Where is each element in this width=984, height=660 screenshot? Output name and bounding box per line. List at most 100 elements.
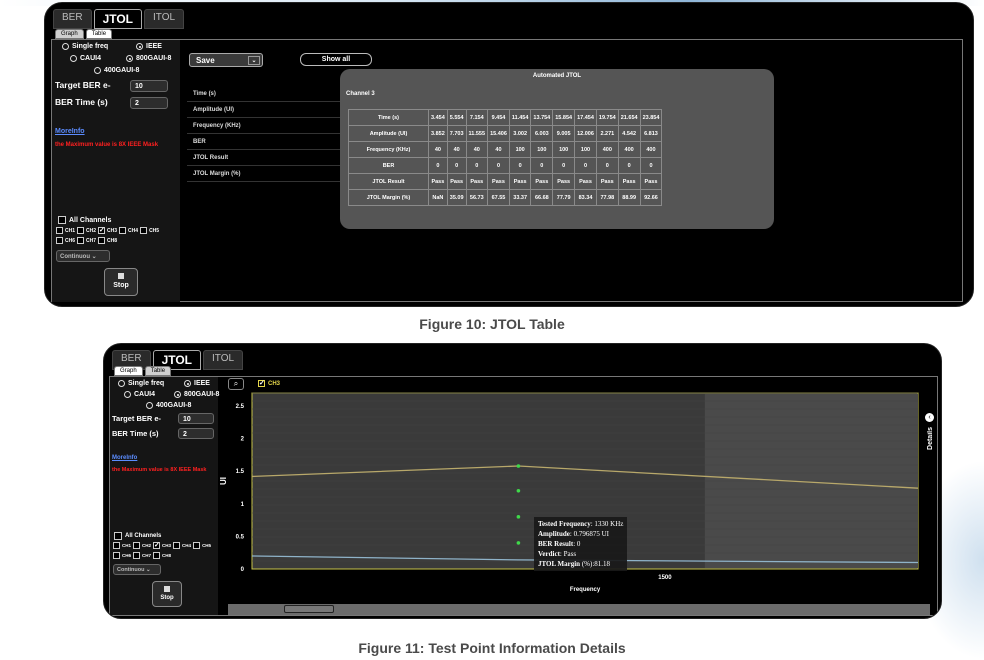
- y-axis-label: UI: [219, 477, 228, 485]
- mode-select[interactable]: Continuou ⌄: [56, 250, 110, 262]
- table-cell: 3.852: [428, 125, 448, 142]
- show-all-button[interactable]: Show all: [300, 53, 372, 66]
- radio-label: 800GAUI-8: [184, 391, 220, 398]
- checkbox-icon: [58, 216, 66, 224]
- target-ber-input[interactable]: 10: [130, 80, 168, 92]
- radio-800gaui8[interactable]: 800GAUI-8: [126, 55, 171, 62]
- checkbox-icon[interactable]: [56, 227, 63, 234]
- save-dropdown[interactable]: Save ⌄: [189, 53, 263, 67]
- tab-ber[interactable]: BER: [53, 9, 92, 29]
- table-cell: 33.37: [508, 189, 532, 206]
- checkbox-icon[interactable]: [98, 237, 106, 244]
- checkbox-icon[interactable]: [193, 542, 201, 549]
- all-channels-checkbox[interactable]: All Channels: [58, 216, 111, 224]
- test-point: [516, 515, 521, 519]
- channel-label: CH7: [86, 237, 97, 244]
- row-header: Amplitude (UI): [348, 125, 429, 142]
- radio-label: Single freq: [128, 380, 165, 387]
- table-cell: Pass: [428, 173, 448, 190]
- table-cell: 0: [617, 157, 641, 174]
- table-cell: 0: [595, 157, 619, 174]
- y-tick-label: 1: [241, 502, 245, 508]
- tab-itol[interactable]: ITOL: [144, 9, 185, 29]
- checkbox-icon[interactable]: [173, 542, 181, 549]
- radio-400gaui8[interactable]: 400GAUI-8: [94, 67, 139, 74]
- subtab-table[interactable]: Table: [85, 29, 113, 39]
- moreinfo-link[interactable]: MoreInfo: [55, 128, 85, 135]
- checkbox-icon[interactable]: [133, 542, 141, 549]
- table-cell: 100: [574, 141, 597, 158]
- x-axis-label: Frequency: [570, 587, 601, 593]
- table-cell: 0: [552, 157, 576, 174]
- channel-label: CH3: [107, 227, 118, 234]
- radio-800gaui8[interactable]: 800GAUI-8: [174, 391, 219, 398]
- channel-label: CH1: [122, 543, 132, 548]
- all-channels-checkbox[interactable]: All Channels: [114, 532, 161, 540]
- mode-select[interactable]: Continuou ⌄: [113, 564, 161, 575]
- checkmark-icon[interactable]: ✓: [98, 227, 106, 234]
- radio-label: CAUI4: [134, 391, 156, 398]
- radio-caui4[interactable]: CAUI4: [124, 391, 155, 398]
- radio-ieee[interactable]: IEEE: [184, 380, 210, 387]
- table-cell: NaN: [428, 189, 448, 206]
- view-subtabs: Graph Table: [114, 366, 172, 376]
- tab-jtol[interactable]: JTOL: [93, 9, 143, 29]
- table-row: Frequency (KHz) 40 40 40 40 100 100 100 100 400 40…: [348, 141, 663, 158]
- table-row: BER 0 0 0 0 0 0 0 0 0 0 0: [348, 157, 663, 174]
- radio-single-freq[interactable]: Single freq: [118, 380, 164, 387]
- jtol-results-table: Time (s) 3.454 5.554 7.154 9.454 11.454 13.754…: [348, 109, 663, 206]
- table-cell: 67.55: [487, 189, 510, 206]
- row-label: JTOL Result: [187, 150, 342, 166]
- table-row: Amplitude (UI) 3.852 7.703 11.555 15.406 3.00…: [348, 125, 663, 142]
- checkbox-icon[interactable]: [113, 542, 120, 549]
- table-cell: 100: [530, 141, 554, 158]
- jtol-table-screenshot: BER JTOL ITOL Graph Table Single freq IE…: [44, 2, 974, 307]
- stop-button[interactable]: Stop: [152, 581, 182, 607]
- checkbox-icon[interactable]: [56, 237, 63, 244]
- scrollbar-thumb[interactable]: [284, 605, 334, 613]
- subtab-table[interactable]: Table: [144, 366, 172, 376]
- table-cell: 400: [639, 141, 663, 158]
- checkmark-icon[interactable]: ✓: [153, 542, 161, 549]
- ch3-series-toggle[interactable]: ✓ CH3: [258, 380, 280, 387]
- moreinfo-link[interactable]: MoreInfo: [112, 455, 137, 461]
- checkbox-icon[interactable]: [133, 552, 141, 559]
- table-cell: 40: [465, 141, 489, 158]
- radio-ieee[interactable]: IEEE: [136, 43, 162, 50]
- subtab-graph[interactable]: Graph: [55, 29, 84, 39]
- table-cell: 11.454: [508, 109, 532, 126]
- horizontal-scrollbar[interactable]: [228, 604, 930, 615]
- tab-itol[interactable]: ITOL: [203, 350, 244, 370]
- radio-caui4[interactable]: CAUI4: [70, 55, 101, 62]
- table-cell: 77.79: [552, 189, 576, 206]
- checkbox-icon[interactable]: [119, 227, 127, 234]
- view-subtabs: Graph Table: [55, 29, 113, 39]
- checkbox-icon[interactable]: [140, 227, 148, 234]
- save-label: Save: [196, 56, 215, 65]
- table-cell: 0: [574, 157, 597, 174]
- ber-time-input[interactable]: 2: [178, 428, 214, 439]
- channel-label: CH1: [65, 227, 76, 234]
- subtab-graph[interactable]: Graph: [114, 366, 143, 376]
- radio-single-freq[interactable]: Single freq: [62, 43, 108, 50]
- chevron-down-icon: ⌄: [146, 567, 151, 573]
- checkbox-icon[interactable]: [153, 552, 161, 559]
- row-label: JTOL Margin (%): [187, 166, 342, 182]
- checkbox-icon[interactable]: [113, 552, 120, 559]
- checkbox-icon[interactable]: [77, 237, 85, 244]
- row-header: BER: [348, 157, 429, 174]
- stop-label: Stop: [160, 595, 174, 601]
- table-cell: 7.154: [465, 109, 489, 126]
- table-row: JTOL Margin (%) NaN 35.09 56.73 67.55 33.37 66…: [348, 189, 663, 206]
- checkbox-icon[interactable]: [77, 227, 85, 234]
- target-ber-label: Target BER e-: [112, 414, 162, 423]
- target-ber-label: Target BER e-: [55, 80, 111, 90]
- stop-button[interactable]: Stop: [104, 268, 138, 296]
- table-cell: 5.554: [446, 109, 467, 126]
- radio-400gaui8[interactable]: 400GAUI-8: [146, 402, 191, 409]
- channel-label: CH5: [202, 543, 212, 548]
- ber-time-input[interactable]: 2: [130, 97, 168, 109]
- table-cell: Pass: [446, 173, 467, 190]
- table-cell: 7.703: [446, 125, 467, 142]
- target-ber-input[interactable]: 10: [178, 413, 214, 424]
